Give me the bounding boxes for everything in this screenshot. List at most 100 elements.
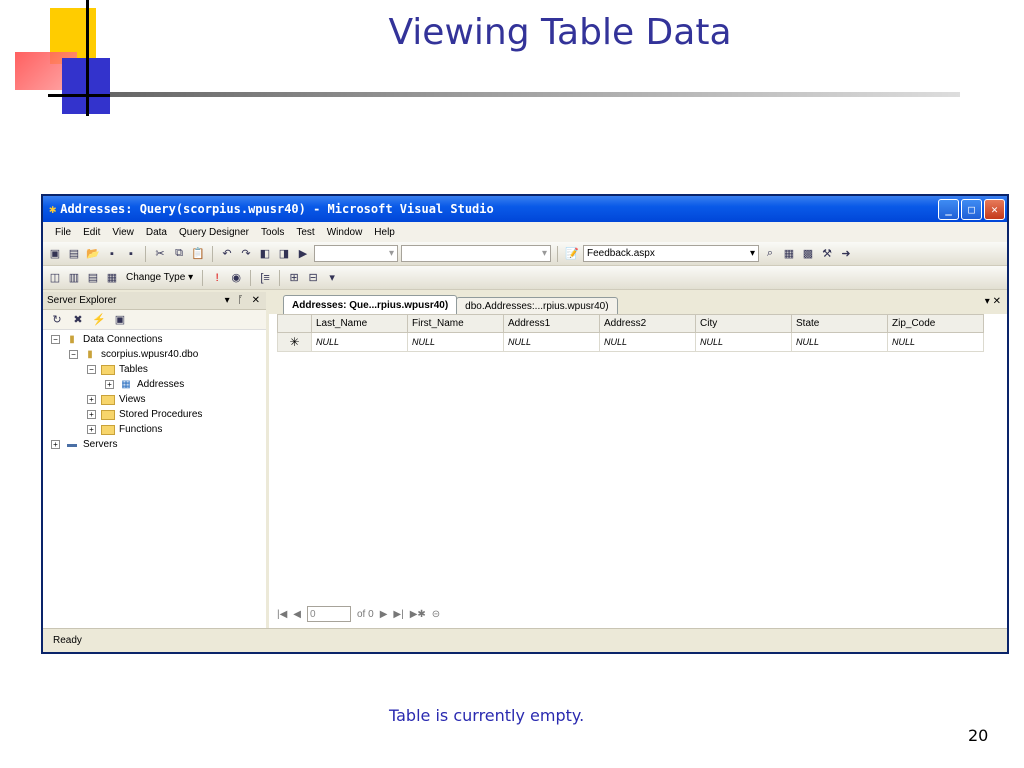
grid-cell[interactable]: NULL <box>311 332 408 352</box>
execute-sql-icon[interactable]: ! <box>209 270 225 286</box>
new-row: ✳ NULL NULL NULL NULL NULL NULL NULL <box>277 332 984 352</box>
tree-node-tables[interactable]: − Tables <box>47 362 262 377</box>
minimize-icon[interactable]: _ <box>938 198 959 220</box>
next-record-icon[interactable]: ▶ <box>380 609 388 620</box>
navigate-forward-icon[interactable]: ◨ <box>276 246 292 262</box>
last-record-icon[interactable]: ▶| <box>393 609 403 620</box>
menu-edit[interactable]: Edit <box>77 227 106 238</box>
show-results-pane-icon[interactable]: ▦ <box>104 270 120 286</box>
column-header[interactable]: Last_Name <box>311 314 408 333</box>
record-number-input[interactable]: 0 <box>307 606 351 622</box>
find-combo[interactable]: Feedback.aspx ▾ <box>583 245 759 262</box>
tree-node-views[interactable]: + Views <box>47 392 262 407</box>
menu-data[interactable]: Data <box>140 227 173 238</box>
tree-node-data-connections[interactable]: − ▮ Data Connections <box>47 332 262 347</box>
start-debugging-icon[interactable]: ▶ <box>295 246 311 262</box>
menu-help[interactable]: Help <box>368 227 401 238</box>
first-record-icon[interactable]: |◀ <box>277 609 287 620</box>
cancel-edit-icon[interactable]: ⊝ <box>432 609 440 620</box>
menu-window[interactable]: Window <box>321 227 369 238</box>
connect-to-database-icon[interactable]: ⚡ <box>91 312 107 328</box>
grid-cell[interactable]: NULL <box>695 332 792 352</box>
tree-node-servers[interactable]: + ▬ Servers <box>47 437 262 452</box>
paste-icon[interactable]: 📋 <box>190 246 206 262</box>
show-diagram-pane-icon[interactable]: ◫ <box>47 270 63 286</box>
close-icon[interactable]: ✕ <box>252 295 260 306</box>
menu-view[interactable]: View <box>106 227 140 238</box>
expand-icon[interactable]: + <box>87 410 96 419</box>
active-files-icon[interactable]: ▾ <box>985 296 990 307</box>
new-record-icon[interactable]: ▶✱ <box>410 609 426 620</box>
grid-cell[interactable]: NULL <box>503 332 600 352</box>
undo-icon[interactable]: ↶ <box>219 246 235 262</box>
save-all-icon[interactable]: ▪ <box>123 246 139 262</box>
solution-configuration-combo[interactable]: ▾ <box>314 245 398 262</box>
menu-tools[interactable]: Tools <box>255 227 290 238</box>
collapse-icon[interactable]: − <box>51 335 60 344</box>
navigate-backward-icon[interactable]: ◧ <box>257 246 273 262</box>
connect-to-server-icon[interactable]: ▣ <box>112 312 128 328</box>
solution-explorer-icon[interactable]: ⌕ <box>762 246 778 262</box>
toolbar-options-icon[interactable]: ▾ <box>324 270 340 286</box>
redo-icon[interactable]: ↷ <box>238 246 254 262</box>
add-new-derived-table-icon[interactable]: ⊟ <box>305 270 321 286</box>
expand-icon[interactable]: + <box>105 380 114 389</box>
new-project-icon[interactable]: ▣ <box>47 246 63 262</box>
collapse-icon[interactable]: − <box>87 365 96 374</box>
column-header[interactable]: City <box>695 314 792 333</box>
server-explorer-panel: Server Explorer ▾ ᚪ ✕ ↻ ✖ ⚡ ▣ − ▮ Data C… <box>43 292 269 628</box>
panel-menu-icon[interactable]: ▾ <box>225 295 230 306</box>
expand-icon[interactable]: + <box>51 440 60 449</box>
expand-icon[interactable]: + <box>87 395 96 404</box>
change-type-button[interactable]: Change Type ▾ <box>123 272 196 283</box>
open-file-icon[interactable]: 📂 <box>85 246 101 262</box>
tree-node-addresses[interactable]: + ▦ Addresses <box>47 377 262 392</box>
slide-title: Viewing Table Data <box>388 12 732 53</box>
group-by-icon[interactable]: [≡ <box>257 270 273 286</box>
find-in-files-icon[interactable]: 📝 <box>564 246 580 262</box>
copy-icon[interactable]: ⧉ <box>171 246 187 262</box>
column-header[interactable]: First_Name <box>407 314 504 333</box>
expand-icon[interactable]: + <box>87 425 96 434</box>
status-bar: Ready <box>43 628 1007 652</box>
stop-refresh-icon[interactable]: ✖ <box>70 312 86 328</box>
menu-file[interactable]: File <box>49 227 77 238</box>
cut-icon[interactable]: ✂ <box>152 246 168 262</box>
toolbox-icon[interactable]: ⚒ <box>819 246 835 262</box>
column-header[interactable]: State <box>791 314 888 333</box>
menu-test[interactable]: Test <box>290 227 320 238</box>
column-header[interactable]: Zip_Code <box>887 314 984 333</box>
save-icon[interactable]: ▪ <box>104 246 120 262</box>
tab-addresses-table[interactable]: dbo.Addresses:...rpius.wpusr40) <box>456 297 618 314</box>
verify-sql-icon[interactable]: ◉ <box>228 270 244 286</box>
add-item-icon[interactable]: ▤ <box>66 246 82 262</box>
maximize-icon[interactable]: □ <box>961 198 982 220</box>
tree-node-functions[interactable]: + Functions <box>47 422 262 437</box>
close-icon[interactable]: ✕ <box>984 198 1005 220</box>
add-table-icon[interactable]: ⊞ <box>286 270 302 286</box>
refresh-icon[interactable]: ↻ <box>49 312 65 328</box>
record-navigator: |◀ ◀ 0 of 0 ▶ ▶| ▶✱ ⊝ <box>277 604 1003 624</box>
grid-cell[interactable]: NULL <box>791 332 888 352</box>
new-row-icon[interactable]: ✳ <box>277 332 312 352</box>
menu-query-designer[interactable]: Query Designer <box>173 227 255 238</box>
properties-icon[interactable]: ▦ <box>781 246 797 262</box>
grid-cell[interactable]: NULL <box>599 332 696 352</box>
column-header[interactable]: Address1 <box>503 314 600 333</box>
pin-icon[interactable]: ᚪ <box>238 295 244 306</box>
show-criteria-pane-icon[interactable]: ▥ <box>66 270 82 286</box>
show-sql-pane-icon[interactable]: ▤ <box>85 270 101 286</box>
tree-node-connection[interactable]: − ▮ scorpius.wpusr40.dbo <box>47 347 262 362</box>
tree-node-stored-procedures[interactable]: + Stored Procedures <box>47 407 262 422</box>
toolbar-separator <box>212 245 213 262</box>
tab-addresses-query[interactable]: Addresses: Que...rpius.wpusr40) <box>283 295 458 314</box>
close-document-icon[interactable]: ✕ <box>993 296 1001 307</box>
collapse-icon[interactable]: − <box>69 350 78 359</box>
start-page-icon[interactable]: ➜ <box>838 246 854 262</box>
previous-record-icon[interactable]: ◀ <box>293 609 301 620</box>
solution-platform-combo[interactable]: ▾ <box>401 245 551 262</box>
grid-cell[interactable]: NULL <box>407 332 504 352</box>
object-browser-icon[interactable]: ▩ <box>800 246 816 262</box>
column-header[interactable]: Address2 <box>599 314 696 333</box>
grid-cell[interactable]: NULL <box>887 332 984 352</box>
